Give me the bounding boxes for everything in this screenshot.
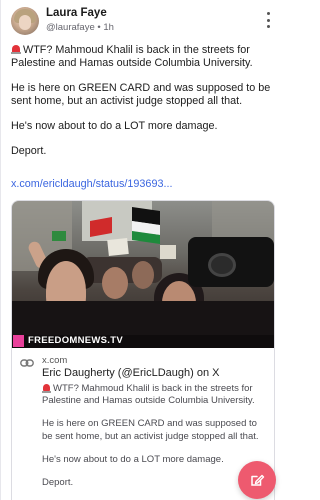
- author-name[interactable]: Laura Faye: [46, 7, 107, 19]
- post-paragraph-text: WTF? Mahmoud Khalil is back in the stree…: [11, 44, 253, 69]
- watermark-logo: [13, 335, 24, 347]
- link-preview-card[interactable]: FREEDOMNEWS.TV x.com Eric Daugherty (@Er…: [11, 200, 275, 500]
- meta-separator: •: [97, 22, 101, 33]
- compose-button[interactable]: [238, 461, 276, 499]
- post-paragraph: WTF? Mahmoud Khalil is back in the stree…: [11, 43, 273, 70]
- card-desc-paragraph: He's now about to do a LOT more damage.: [42, 453, 224, 465]
- card-title[interactable]: Eric Daugherty (@EricLDaugh) on X: [42, 367, 219, 379]
- post-header: Laura Faye @laurafaye • 1h: [11, 7, 275, 37]
- card-domain: x.com: [42, 355, 68, 366]
- post-meta: @laurafaye • 1h: [46, 22, 114, 33]
- card-desc-paragraph: Deport.: [42, 477, 74, 489]
- avatar[interactable]: [11, 7, 39, 35]
- card-desc-paragraph: WTF? Mahmoud Khalil is back in the stree…: [42, 382, 267, 407]
- preview-image: FREEDOMNEWS.TV: [12, 201, 274, 348]
- link-icon: [20, 359, 34, 367]
- alarm-siren-icon: [42, 382, 51, 393]
- card-description: WTF? Mahmoud Khalil is back in the stree…: [42, 382, 267, 500]
- card-desc-text: WTF? Mahmoud Khalil is back in the stree…: [42, 383, 255, 407]
- post-time[interactable]: 1h: [103, 22, 114, 33]
- author-handle[interactable]: @laurafaye: [46, 22, 95, 33]
- post-body: WTF? Mahmoud Khalil is back in the stree…: [11, 43, 273, 170]
- post-paragraph: He's now about to do a LOT more damage.: [11, 120, 218, 132]
- more-vertical-icon[interactable]: [263, 10, 273, 30]
- image-watermark: FREEDOMNEWS.TV: [28, 335, 123, 346]
- post-paragraph: Deport.: [11, 145, 47, 157]
- post-link[interactable]: x.com/ericldaugh/status/193693...: [11, 178, 172, 190]
- post-paragraph: He is here on GREEN CARD and was suppose…: [11, 82, 271, 107]
- alarm-siren-icon: [11, 43, 21, 54]
- post: Laura Faye @laurafaye • 1h WTF? Mahmoud …: [0, 0, 284, 500]
- compose-edit-icon: [251, 474, 265, 486]
- card-desc-paragraph: He is here on GREEN CARD and was suppose…: [42, 418, 259, 442]
